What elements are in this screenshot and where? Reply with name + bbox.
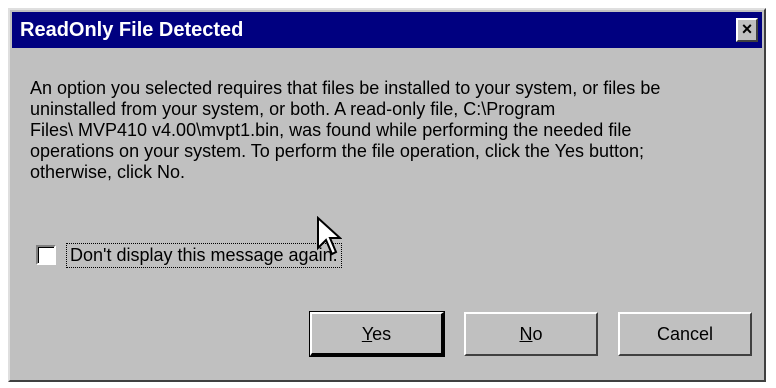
yes-label-rest: es [372, 324, 392, 344]
yes-mnemonic: Y [361, 324, 373, 344]
dont-display-again-option[interactable]: Don't display this message again. [36, 242, 342, 268]
close-icon: × [741, 19, 753, 39]
no-label-rest: o [532, 324, 543, 344]
cancel-button[interactable]: Cancel [618, 312, 752, 356]
dont-display-again-label[interactable]: Don't display this message again. [66, 242, 342, 268]
close-button[interactable]: × [736, 18, 758, 42]
dialog-title: ReadOnly File Detected [20, 19, 244, 41]
no-mnemonic: N [519, 324, 533, 344]
cancel-label: Cancel [656, 324, 714, 344]
title-bar[interactable]: ReadOnly File Detected × [12, 12, 762, 48]
message-text: An option you selected requires that fil… [30, 78, 661, 182]
dont-display-again-checkbox[interactable] [36, 245, 56, 265]
no-button[interactable]: No [464, 312, 598, 356]
mouse-cursor-icon [317, 216, 342, 256]
yes-button[interactable]: Yes [309, 311, 445, 357]
